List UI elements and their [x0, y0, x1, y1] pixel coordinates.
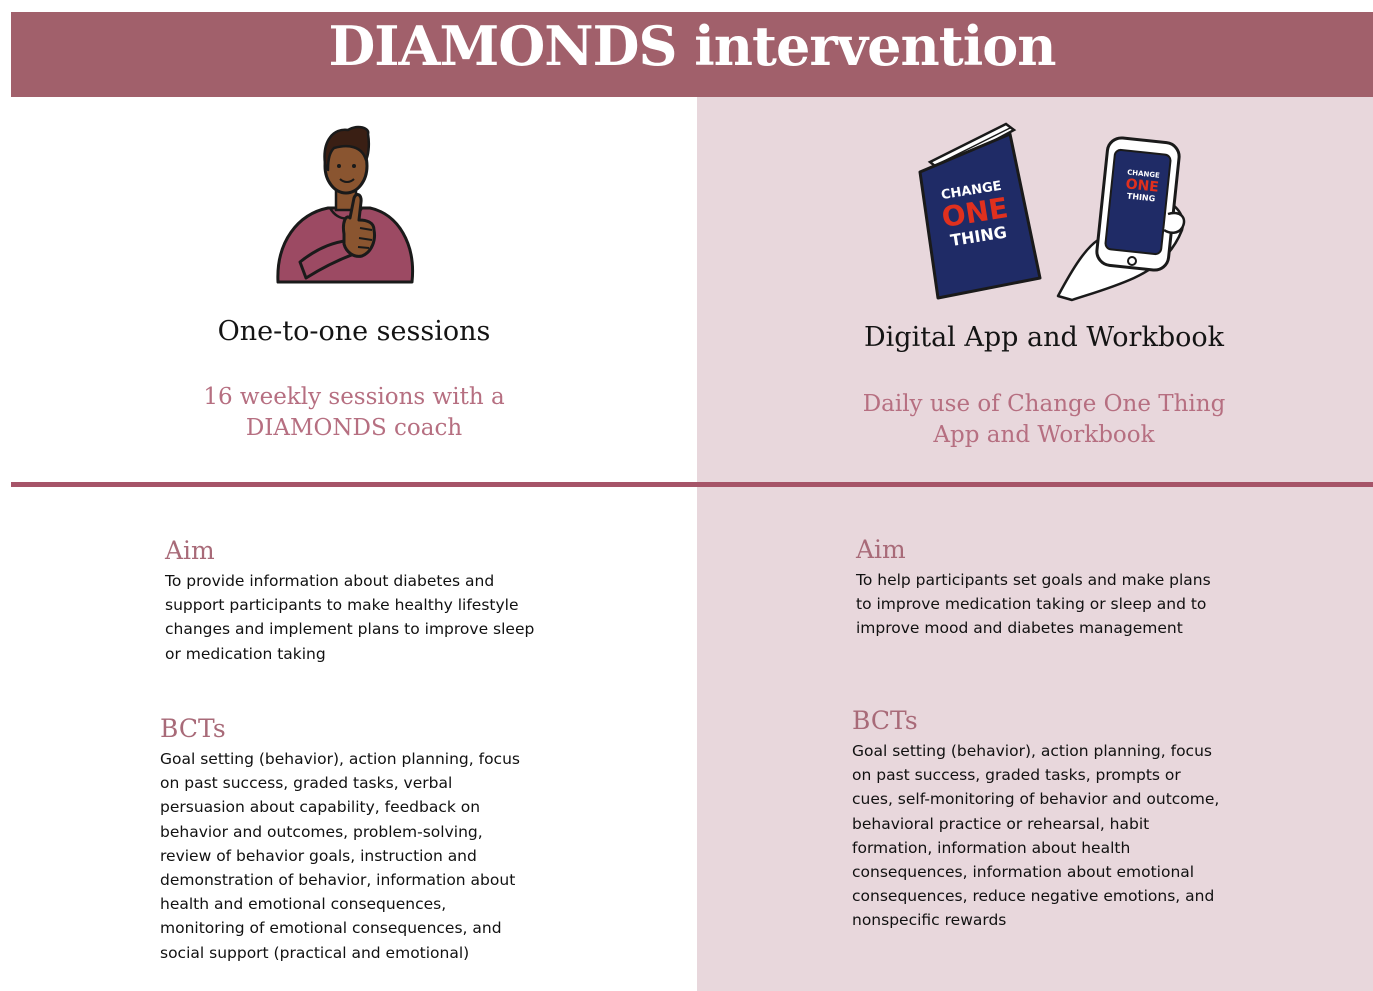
- right-aim-heading: Aim: [856, 535, 906, 564]
- page-title: DIAMONDS intervention: [11, 12, 1373, 97]
- workbook-icon: CHANGE ONE THING: [918, 122, 1042, 300]
- left-aim-heading: Aim: [165, 536, 215, 565]
- horizontal-divider: [11, 482, 1373, 487]
- right-column-subtitle: Daily use of Change One Thing App and Wo…: [697, 389, 1373, 451]
- left-subtitle-line2: DIAMONDS coach: [245, 415, 463, 441]
- right-bcts-text: Goal setting (behavior), action planning…: [852, 742, 1220, 930]
- right-subtitle-line1: Daily use of Change One Thing: [862, 391, 1226, 417]
- left-subtitle-line1: 16 weekly sessions with a: [203, 384, 505, 410]
- right-column-title: Digital App and Workbook: [864, 322, 1224, 353]
- workbook-and-phone-illustration: CHANGE ONE THING CHANGE ONE THING: [918, 122, 1186, 302]
- left-aim-text: To provide information about diabetes an…: [165, 572, 535, 663]
- left-column-subtitle: 16 weekly sessions with a DIAMONDS coach: [11, 382, 697, 444]
- left-bcts-heading: BCTs: [160, 714, 226, 743]
- left-bcts-text: Goal setting (behavior), action planning…: [160, 750, 520, 962]
- right-aim-text: To help participants set goals and make …: [856, 571, 1211, 638]
- left-column-title: One-to-one sessions: [217, 316, 491, 347]
- person-thumbs-up-icon: [276, 125, 415, 284]
- right-bcts-heading: BCTs: [852, 706, 918, 735]
- phone-in-hand-icon: CHANGE ONE THING: [1056, 136, 1186, 302]
- right-subtitle-line2: App and Workbook: [933, 422, 1155, 448]
